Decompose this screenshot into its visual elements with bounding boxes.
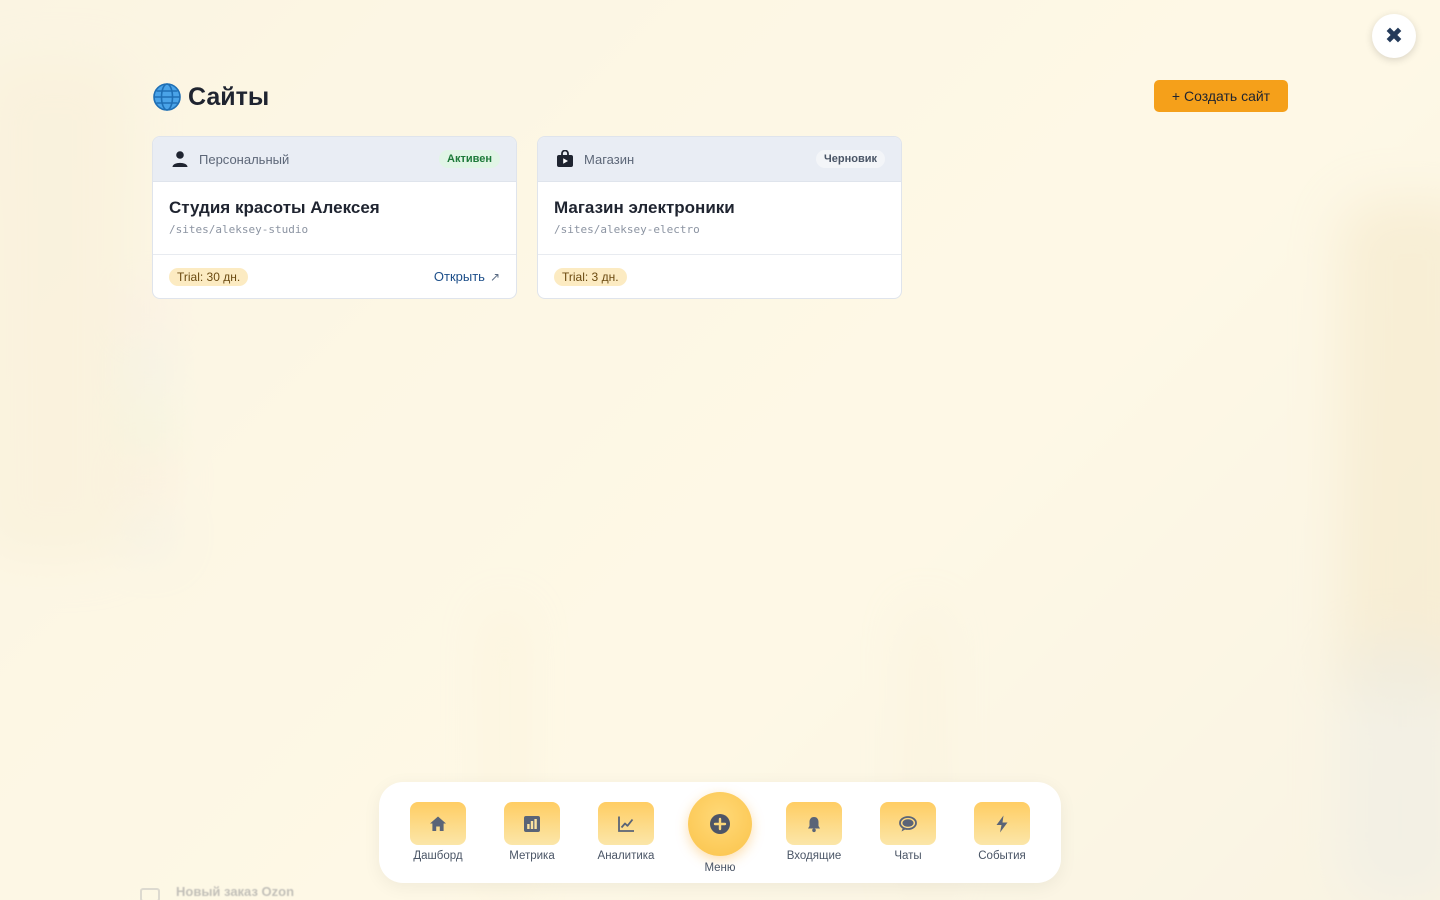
site-card[interactable]: Магазин Черновик Магазин электроники /si… (537, 136, 902, 299)
site-card-body: Студия красоты Алексея /sites/aleksey-st… (153, 182, 516, 255)
create-site-button[interactable]: + Создать сайт (1154, 80, 1288, 112)
site-name: Магазин электроники (554, 198, 735, 217)
nav-label: Аналитика (597, 850, 655, 862)
close-button[interactable]: ✖ (1372, 14, 1416, 58)
nav-tile (598, 802, 654, 845)
nav-item-dashboard[interactable]: Дашборд (398, 802, 478, 862)
trial-badge: Trial: 30 дн. (169, 267, 249, 286)
nav-tile (786, 802, 842, 845)
external-link-icon: ↗ (489, 269, 500, 284)
nav-tile (880, 802, 936, 845)
chat-bubble-icon (899, 815, 917, 831)
bar-chart-icon (524, 815, 540, 832)
page-title: Сайты (152, 80, 269, 114)
nav-item-analytics[interactable]: Аналитика (586, 802, 666, 862)
person-icon (172, 151, 188, 167)
trial-badge: Trial: 3 дн. (554, 267, 627, 286)
nav-item-events[interactable]: События (962, 802, 1042, 862)
nav-tile (974, 802, 1030, 845)
nav-item-inbox[interactable]: Входящие (774, 802, 854, 862)
site-card[interactable]: Персональный Активен Студия красоты Алек… (152, 136, 517, 299)
nav-label: События (978, 850, 1026, 862)
site-type-label: Магазин (584, 151, 635, 167)
status-badge: Черновик (816, 150, 885, 168)
open-site-link[interactable]: Открыть ↗ (434, 269, 500, 284)
line-chart-icon (618, 816, 634, 832)
nav-tile (504, 802, 560, 845)
box-icon (140, 888, 160, 900)
nav-label: Чаты (894, 850, 922, 862)
nav-label: Дашборд (413, 850, 463, 862)
plus-circle-icon (710, 814, 730, 834)
nav-label: Меню (704, 862, 736, 874)
globe-icon (153, 83, 181, 111)
nav-label: Метрика (509, 850, 555, 862)
site-card-body: Магазин электроники /sites/aleksey-elect… (538, 182, 901, 255)
modal-overlay[interactable] (0, 0, 1440, 900)
status-badge: Активен (439, 150, 500, 168)
site-card-footer: Trial: 30 дн. Открыть ↗ (153, 255, 516, 298)
nav-tile (410, 802, 466, 845)
nav-label: Входящие (786, 850, 842, 862)
site-card-header: Персональный Активен (153, 137, 516, 182)
site-name: Студия красоты Алексея (169, 198, 380, 217)
bolt-icon (996, 815, 1008, 832)
nav-item-metrics[interactable]: Метрика (492, 802, 572, 862)
site-path: /sites/aleksey-studio (169, 223, 309, 236)
site-card-footer: Trial: 3 дн. (538, 255, 901, 298)
background-notification-text: Новый заказ Ozon (176, 884, 295, 899)
nav-item-chats[interactable]: Чаты (868, 802, 948, 862)
nav-menu-button[interactable]: Меню (684, 792, 756, 874)
site-type-label: Персональный (199, 151, 290, 167)
site-card-header: Магазин Черновик (538, 137, 901, 182)
open-site-label: Открыть (433, 269, 485, 284)
bell-icon (808, 816, 820, 832)
shopping-bag-icon (557, 150, 573, 167)
page-title-text: Сайты (188, 82, 270, 111)
menu-circle (688, 792, 752, 856)
bottom-nav: Дашборд Метрика Аналитика Меню Входящие … (379, 782, 1061, 883)
close-icon: ✖ (1384, 23, 1404, 48)
home-icon (430, 816, 446, 831)
site-path: /sites/aleksey-electro (554, 223, 700, 236)
